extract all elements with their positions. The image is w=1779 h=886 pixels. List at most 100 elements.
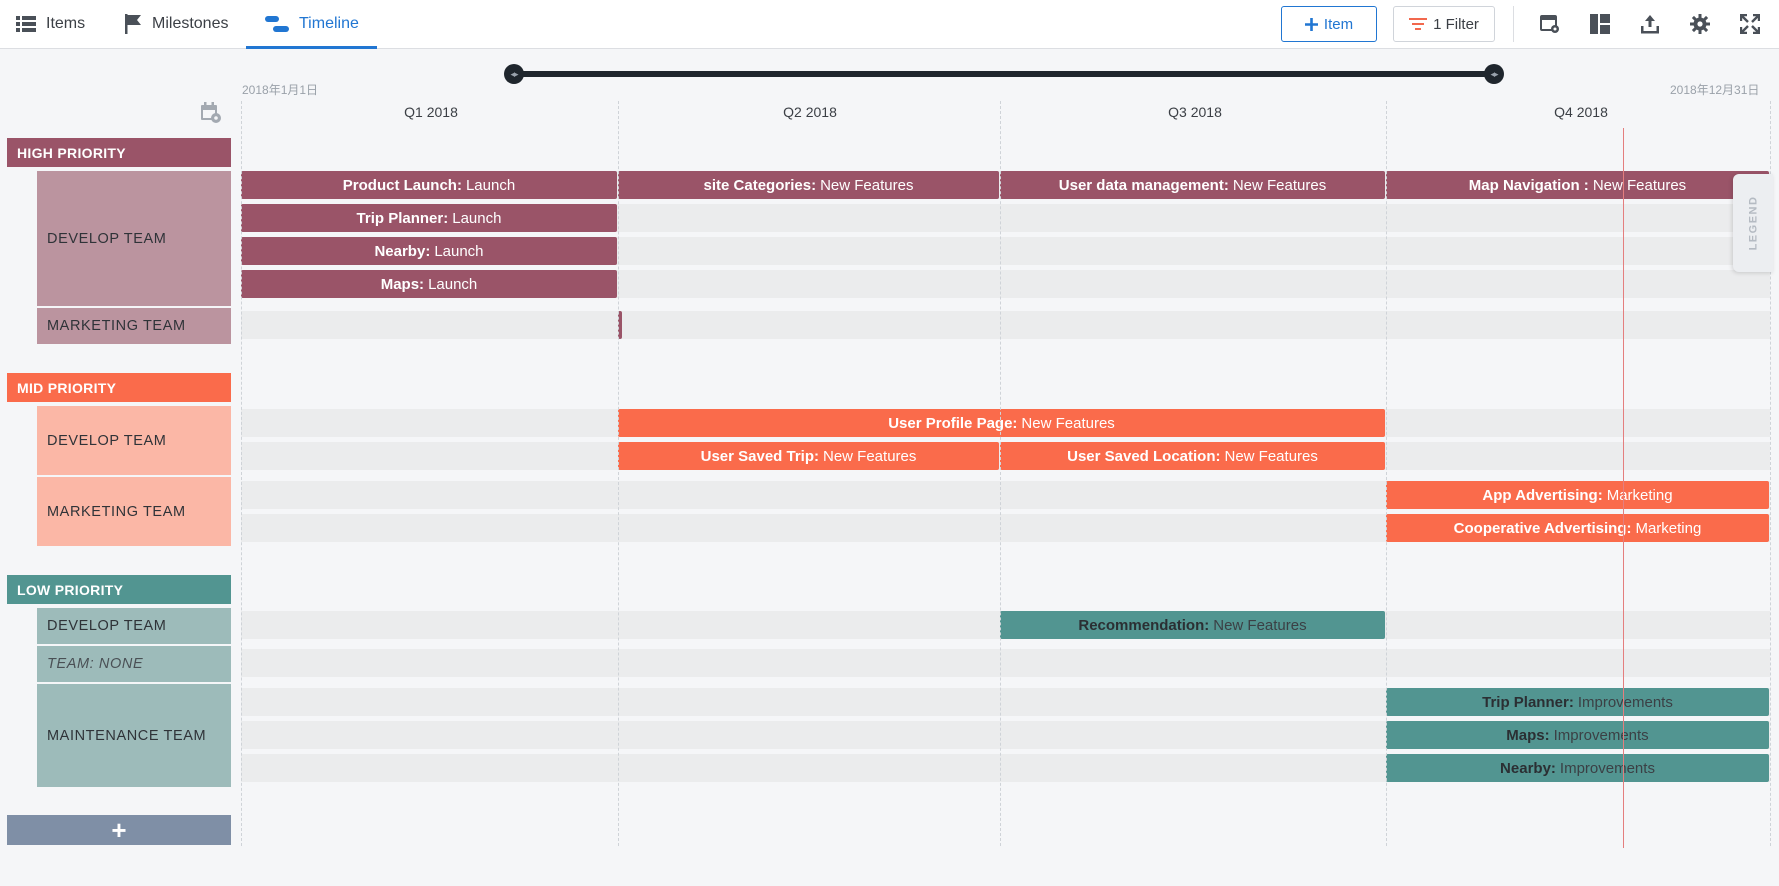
bar-subtitle: New Features [823,447,917,465]
grid-line [241,101,242,846]
timeline-bar[interactable]: Cooperative Advertising: Marketing [1386,514,1769,542]
bar-title: User data management: [1058,176,1229,194]
add-group-button[interactable]: + [7,815,231,845]
calendar-settings-icon[interactable] [200,102,222,129]
filter-icon [1409,18,1428,30]
timeline-bar[interactable]: site Categories: New Features [618,171,999,199]
timeline-bar[interactable]: Nearby: Launch [241,237,617,265]
bar-title: Trip Planner: [1482,693,1574,711]
timeline-bar[interactable]: Maps: Launch [241,270,617,298]
timeline-bar[interactable]: User Saved Location: New Features [1000,442,1385,470]
timeline-bar[interactable]: Maps: Improvements [1386,721,1769,749]
grid-line [1386,101,1387,846]
card-settings-icon[interactable] [1538,12,1562,36]
quarter-label-q3: Q3 2018 [1168,104,1222,120]
bar-subtitle: Marketing [1635,519,1702,537]
bar-title: Nearby: [374,242,431,260]
quarter-label-q1: Q1 2018 [404,104,458,120]
export-icon[interactable] [1638,12,1662,36]
timeline-bar[interactable]: User Saved Trip: New Features [618,442,999,470]
bar-subtitle: Improvements [1559,759,1655,777]
timeline-bar[interactable]: Product Launch: Launch [241,171,617,199]
tab-milestones-label: Milestones [152,15,229,32]
group-header[interactable]: LOW PRIORITY [7,575,231,604]
plus-icon [1304,17,1318,31]
bar-subtitle: New Features [1224,447,1318,465]
timeline-bar[interactable]: App Advertising: Marketing [1386,481,1769,509]
team-label[interactable]: DEVELOP TEAM [37,608,231,644]
today-marker [1623,128,1624,848]
team-label[interactable]: DEVELOP TEAM [37,171,231,306]
timeline-bar[interactable]: Nearby: Improvements [1386,754,1769,782]
bar-title: Product Launch: [342,176,462,194]
filter-button[interactable]: 1 Filter [1393,6,1495,42]
bar-subtitle: New Features [1213,616,1307,634]
add-item-button[interactable]: Item [1281,6,1377,42]
toolbar-divider [1513,6,1514,42]
bar-title: Maps: [380,275,425,293]
legend-toggle[interactable]: LEGEND [1733,174,1773,272]
timeline-bar[interactable]: Map Navigation : New Features [1386,171,1769,199]
tab-items-label: Items [46,15,86,32]
range-start-handle[interactable]: ◂▸ [504,64,524,84]
bar-title: Trip Planner: [356,209,449,227]
team-label[interactable]: MAINTENANCE TEAM [37,684,231,787]
bar-title: Map Navigation : [1468,176,1589,194]
range-end-handle[interactable]: ◂▸ [1484,64,1504,84]
top-toolbar: Items Milestones Timeline Item 1 Filter [0,0,1779,49]
timeline-bar[interactable]: User Profile Page: New Features [618,409,1385,437]
bar-title: Maps: [1506,726,1550,744]
swimlane-row [241,311,1770,339]
bar-title: User Saved Location: [1067,447,1221,465]
bar-title: App Advertising: [1482,486,1603,504]
fullscreen-icon[interactable] [1738,12,1762,36]
bar-subtitle: Launch [428,275,478,293]
flag-icon [124,14,142,34]
bar-subtitle: New Features [1592,176,1687,194]
timeline-bar[interactable]: Recommendation: New Features [1000,611,1385,639]
bar-title: Cooperative Advertising: [1453,519,1632,537]
tab-items[interactable]: Items [16,0,85,48]
tab-timeline-label: Timeline [299,15,359,32]
add-item-label: Item [1323,15,1354,33]
bar-subtitle: Launch [434,242,484,260]
bar-subtitle: Improvements [1553,726,1649,744]
swimlane-row [241,649,1770,677]
bar-title: Recommendation: [1078,616,1210,634]
team-label[interactable]: MARKETING TEAM [37,308,231,344]
bar-subtitle: Marketing [1606,486,1673,504]
bar-title: Nearby: [1500,759,1556,777]
timeline-bar[interactable]: Trip Planner: Launch [241,204,617,232]
date-range-slider[interactable] [514,71,1494,77]
layout-icon[interactable] [1588,12,1612,36]
timeline-icon [265,15,289,33]
bar-title: site Categories: [703,176,817,194]
timeline-bar[interactable]: User data management: New Features [1000,171,1385,199]
bar-title: User Profile Page: [888,414,1018,432]
timeline-end-date: 2018年12月31日 [1670,83,1760,97]
bar-subtitle: Launch [465,176,516,194]
team-label[interactable]: DEVELOP TEAM [37,406,231,475]
team-label[interactable]: MARKETING TEAM [37,477,231,546]
bar-title: User Saved Trip: [700,447,819,465]
team-label[interactable]: TEAM: NONE [37,646,231,682]
gear-icon[interactable] [1688,12,1712,36]
bar-subtitle: New Features [820,176,914,194]
tab-milestones[interactable]: Milestones [124,0,228,48]
quarter-label-q4: Q4 2018 [1554,104,1608,120]
timeline-start-date: 2018年1月1日 [242,83,319,97]
quarter-label-q2: Q2 2018 [783,104,837,120]
grid-line [1000,101,1001,846]
timeline-bar[interactable]: Trip Planner: Improvements [1386,688,1769,716]
group-header[interactable]: HIGH PRIORITY [7,138,231,167]
bar-subtitle: Improvements [1577,693,1673,711]
grid-line [618,101,619,846]
bar-subtitle: Launch [452,209,502,227]
tab-timeline[interactable]: Timeline [246,0,377,49]
list-icon [16,15,36,33]
group-header[interactable]: MID PRIORITY [7,373,231,402]
bar-subtitle: New Features [1232,176,1327,194]
bar-subtitle: New Features [1021,414,1115,432]
legend-label: LEGEND [1747,195,1759,251]
filter-label: 1 Filter [1433,15,1479,33]
